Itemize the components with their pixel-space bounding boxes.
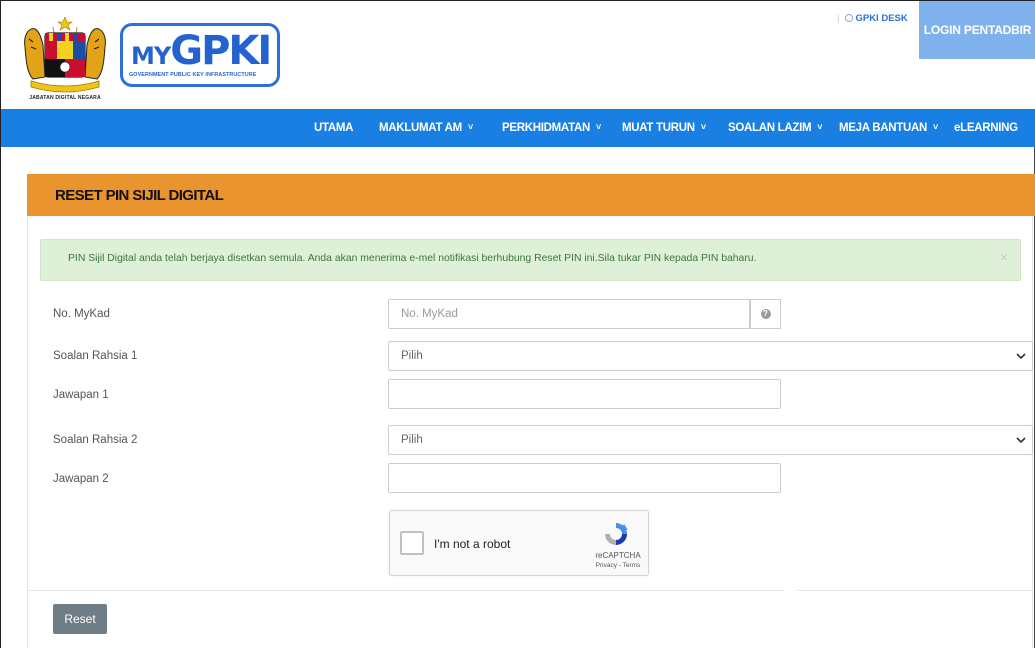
brand-wordmark-main: GPKI <box>170 28 272 74</box>
answer-1-label: Jawapan 1 <box>53 389 109 401</box>
nav-item-soalan-lazim[interactable]: SOALAN LAZIM ˅ <box>728 109 823 147</box>
security-question-1-label: Soalan Rahsia 1 <box>53 350 138 362</box>
brand-tagline: GOVERNMENT PUBLIC KEY INFRASTRUCTURE <box>129 72 257 78</box>
recaptcha-brand: reCAPTCHA <box>595 551 641 560</box>
chevron-down-icon: ˅ <box>467 122 473 132</box>
mykad-input[interactable]: No. MyKad <box>388 299 750 329</box>
security-question-1-select[interactable]: Pilih <box>388 341 1033 371</box>
coat-of-arms-icon <box>24 16 106 93</box>
question-circle-icon: ? <box>760 309 771 319</box>
nav-item-label: UTAMA <box>314 122 354 134</box>
recaptcha-checkbox[interactable] <box>400 531 424 555</box>
recaptcha-terms-link[interactable]: Privacy - Terms <box>588 562 648 569</box>
brand-wordmark-prefix: MY <box>131 42 171 70</box>
crest-logo[interactable]: JABATAN DIGITAL NEGARA <box>19 16 111 101</box>
recaptcha-label: I'm not a robot <box>434 537 511 551</box>
form-divider <box>28 590 1033 591</box>
recaptcha-widget: I'm not a robot reCAPTCHA Privacy - Term… <box>389 510 649 576</box>
chevron-down-icon: ˅ <box>700 122 706 132</box>
divider-gap <box>785 590 797 591</box>
select-value: Pilih <box>401 350 423 362</box>
chevron-down-icon: ˅ <box>595 122 601 132</box>
select-value: Pilih <box>401 434 423 446</box>
answer-1-input[interactable] <box>388 379 781 409</box>
link-separator: | <box>837 13 840 24</box>
main-nav: UTAMA MAKLUMAT AM ˅ PERKHIDMATAN ˅ MUAT TU… <box>1 109 1035 147</box>
answer-2-input[interactable] <box>388 463 781 493</box>
security-question-2-select[interactable]: Pilih <box>388 425 1033 455</box>
chevron-down-icon: ˅ <box>817 122 823 132</box>
nav-item-label: MEJA BANTUAN <box>839 122 927 134</box>
gpki-desk-label: GPKI DESK <box>855 13 908 24</box>
nav-item-utama[interactable]: UTAMA <box>314 109 353 147</box>
card-header: RESET PIN SIJIL DIGITAL <box>27 174 1035 216</box>
help-addon[interactable]: ? <box>750 299 781 329</box>
nav-item-label: PERKHIDMATAN <box>502 122 590 134</box>
nav-item-elearning[interactable]: eLEARNING <box>954 109 1018 147</box>
nav-item-label: MAKLUMAT AM <box>379 122 462 134</box>
mykad-label: No. MyKad <box>53 308 110 320</box>
login-admin-button[interactable]: LOGIN PENTADBIR <box>919 1 1035 59</box>
close-icon[interactable]: × <box>1000 249 1008 265</box>
nav-item-muat-turun[interactable]: MUAT TURUN ˅ <box>622 109 706 147</box>
chevron-down-icon <box>1016 353 1026 360</box>
page-title: RESET PIN SIJIL DIGITAL <box>55 187 224 204</box>
crest-caption: JABATAN DIGITAL NEGARA <box>29 95 101 101</box>
security-question-2-label: Soalan Rahsia 2 <box>53 434 138 446</box>
gpki-desk-link[interactable]: | GPKI DESK <box>837 13 908 24</box>
nav-item-label: MUAT TURUN <box>622 122 695 134</box>
nav-item-meja-bantuan[interactable]: MEJA BANTUAN ˅ <box>839 109 938 147</box>
mygpki-logo[interactable]: MYGPKI GOVERNMENT PUBLIC KEY INFRASTRUCT… <box>120 23 280 87</box>
alert-message: PIN Sijil Digital anda telah berjaya dis… <box>68 253 757 264</box>
answer-2-label: Jawapan 2 <box>53 473 109 485</box>
desk-icon <box>845 14 854 22</box>
nav-item-maklumat-am[interactable]: MAKLUMAT AM ˅ <box>379 109 473 147</box>
site-header: JABATAN DIGITAL NEGARA MYGPKI GOVERNMENT… <box>1 1 1035 109</box>
nav-item-label: SOALAN LAZIM <box>728 122 812 134</box>
success-alert: PIN Sijil Digital anda telah berjaya dis… <box>40 239 1021 281</box>
recaptcha-logo-icon <box>605 523 628 545</box>
chevron-down-icon <box>1016 437 1026 444</box>
nav-item-label: eLEARNING <box>954 122 1018 134</box>
reset-button[interactable]: Reset <box>53 604 107 634</box>
nav-item-perkhidmatan[interactable]: PERKHIDMATAN ˅ <box>502 109 601 147</box>
chevron-down-icon: ˅ <box>932 122 938 132</box>
